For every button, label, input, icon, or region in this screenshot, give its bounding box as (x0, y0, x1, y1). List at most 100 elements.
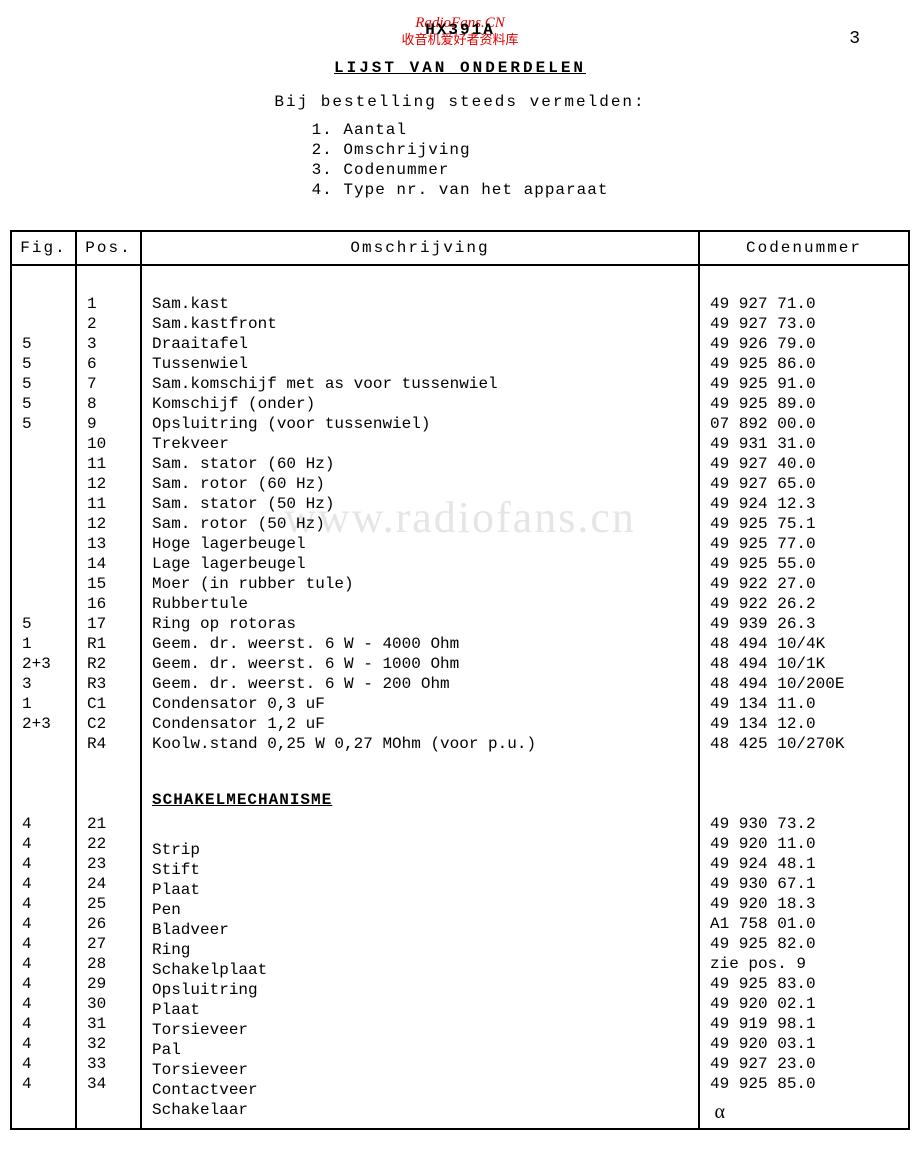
table-row: 24 (87, 874, 134, 894)
table-row (87, 774, 134, 794)
table-row: 27 (87, 934, 134, 954)
table-row: Pen (152, 900, 692, 920)
model-number: HX391A (10, 20, 910, 40)
table-row: 07 892 00.0 (710, 414, 902, 434)
table-row: 48 494 10/200E (710, 674, 902, 694)
table-row: 21 (87, 814, 134, 834)
table-row: 49 919 98.1 (710, 1014, 902, 1034)
table-row: 26 (87, 914, 134, 934)
parts-table: Fig. Pos. Omschrijving Codenummer 55555 … (10, 230, 910, 1130)
table-row: Sam.kast (152, 294, 692, 314)
table-row: Pal (152, 1040, 692, 1060)
table-row: 4 (22, 894, 69, 914)
table-row: 4 (22, 1034, 69, 1054)
table-row: 34 (87, 1074, 134, 1094)
table-row (87, 274, 134, 294)
table-row: 49 920 11.0 (710, 834, 902, 854)
table-row: 4 (22, 914, 69, 934)
col-desc: Omschrijving (141, 231, 699, 265)
table-row (22, 494, 69, 514)
table-row: 49 922 26.2 (710, 594, 902, 614)
table-row: 22 (87, 834, 134, 854)
table-row: 49 930 73.2 (710, 814, 902, 834)
table-row: 5 (22, 414, 69, 434)
table-row: C1 (87, 694, 134, 714)
table-row: 49 939 26.3 (710, 614, 902, 634)
table-row: Moer (in rubber tule) (152, 574, 692, 594)
table-row: Stift (152, 860, 692, 880)
table-row: 49 927 40.0 (710, 454, 902, 474)
table-row: Geem. dr. weerst. 6 W - 4000 Ohm (152, 634, 692, 654)
table-row: 5 (22, 614, 69, 634)
table-row (22, 274, 69, 294)
table-row: Schakelaar (152, 1100, 692, 1120)
table-row (22, 314, 69, 334)
table-row: 5 (22, 354, 69, 374)
table-row: 4 (22, 974, 69, 994)
table-row: Sam.komschijf met as voor tussenwiel (152, 374, 692, 394)
table-row (22, 474, 69, 494)
table-row: 4 (22, 954, 69, 974)
table-row: 48 494 10/1K (710, 654, 902, 674)
table-row: 49 927 65.0 (710, 474, 902, 494)
table-row: 33 (87, 1054, 134, 1074)
table-row: Torsieveer (152, 1020, 692, 1040)
col-code: Codenummer (699, 231, 909, 265)
table-row: A1 758 01.0 (710, 914, 902, 934)
table-row (22, 754, 69, 774)
table-row: 5 (22, 374, 69, 394)
table-row (22, 454, 69, 474)
table-row: 15 (87, 574, 134, 594)
table-row: 49 922 27.0 (710, 574, 902, 594)
table-row (22, 594, 69, 614)
table-row (710, 794, 902, 814)
table-row: Koolw.stand 0,25 W 0,27 MOhm (voor p.u.) (152, 734, 692, 754)
table-row: Trekveer (152, 434, 692, 454)
table-row: 49 920 03.1 (710, 1034, 902, 1054)
table-row: Komschijf (onder) (152, 394, 692, 414)
table-row: C2 (87, 714, 134, 734)
table-row: 5 (22, 334, 69, 354)
ord-item: 2. Omschrijving (312, 140, 609, 160)
table-row: 4 (22, 874, 69, 894)
table-row: Plaat (152, 880, 692, 900)
table-row: 49 134 11.0 (710, 694, 902, 714)
table-row (22, 554, 69, 574)
col-pos: Pos. (76, 231, 141, 265)
table-row (87, 794, 134, 814)
table-row: 4 (22, 854, 69, 874)
table-row: 49 927 73.0 (710, 314, 902, 334)
table-row: 49 925 86.0 (710, 354, 902, 374)
table-row: 49 920 18.3 (710, 894, 902, 914)
table-row (87, 754, 134, 774)
table-row: Sam.kastfront (152, 314, 692, 334)
table-row: Condensator 0,3 uF (152, 694, 692, 714)
table-row: 4 (22, 814, 69, 834)
table-row: 5 (22, 394, 69, 414)
table-row: 49 930 67.1 (710, 874, 902, 894)
table-row: Rubbertule (152, 594, 692, 614)
subtitle: Bij bestelling steeds vermelden: (10, 92, 910, 112)
table-row: 32 (87, 1034, 134, 1054)
table-row: Sam. rotor (60 Hz) (152, 474, 692, 494)
table-row: Hoge lagerbeugel (152, 534, 692, 554)
ord-item: 3. Codenummer (312, 160, 609, 180)
table-row: 1 (22, 634, 69, 654)
table-row: 23 (87, 854, 134, 874)
table-row: Draaitafel (152, 334, 692, 354)
table-row (22, 534, 69, 554)
table-row: 11 (87, 494, 134, 514)
page-title: LIJST VAN ONDERDELEN (334, 58, 586, 78)
section-header: SCHAKELMECHANISME (152, 790, 692, 810)
table-row: 2 (87, 314, 134, 334)
table-row: 10 (87, 434, 134, 454)
table-row: 3 (22, 674, 69, 694)
table-row: 14 (87, 554, 134, 574)
desc-cell: Sam.kastSam.kastfrontDraaitafelTussenwie… (141, 265, 699, 1129)
table-row (152, 820, 692, 840)
table-row: 31 (87, 1014, 134, 1034)
table-row: Ring (152, 940, 692, 960)
table-row (710, 274, 902, 294)
fig-cell: 55555 512+3312+3 44444444444444 (11, 265, 76, 1129)
table-row: 49 925 91.0 (710, 374, 902, 394)
